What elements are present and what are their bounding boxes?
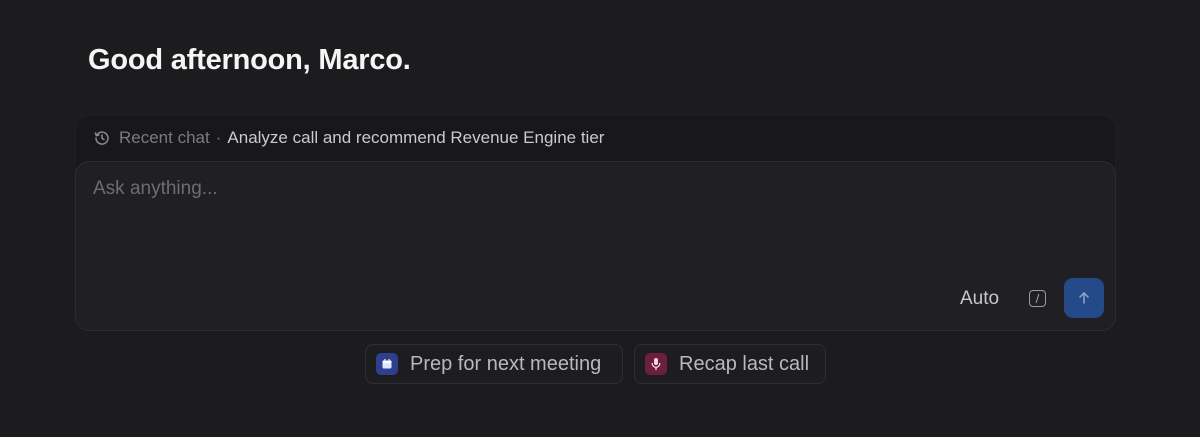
microphone-icon <box>645 353 667 375</box>
recent-chat-link[interactable]: Recent chat · Analyze call and recommend… <box>94 126 604 150</box>
slash-icon: / <box>1035 292 1040 305</box>
arrow-up-icon <box>1079 292 1089 304</box>
send-button[interactable] <box>1064 278 1104 318</box>
suggestion-label: Recap last call <box>679 352 810 375</box>
greeting-heading: Good afternoon, Marco. <box>88 44 411 76</box>
ask-input[interactable] <box>93 178 1093 268</box>
slash-commands-button[interactable]: / <box>1029 290 1046 307</box>
home-page: Good afternoon, Marco. Recent chat · Ana… <box>0 0 1200 437</box>
model-selector[interactable]: Auto <box>960 288 999 310</box>
recent-chat-label: Recent chat <box>119 128 210 147</box>
suggestion-recap-call[interactable]: Recap last call <box>634 344 826 384</box>
suggestion-label: Prep for next meeting <box>410 352 602 375</box>
suggestion-prep-meeting[interactable]: Prep for next meeting <box>365 344 623 384</box>
composer-panel: Recent chat · Analyze call and recommend… <box>75 115 1116 331</box>
chat-composer: Auto / <box>75 161 1116 331</box>
calendar-icon <box>376 353 398 375</box>
history-icon <box>94 130 110 146</box>
recent-chat-title: Analyze call and recommend Revenue Engin… <box>227 128 605 147</box>
recent-chat-separator: · <box>215 128 222 147</box>
